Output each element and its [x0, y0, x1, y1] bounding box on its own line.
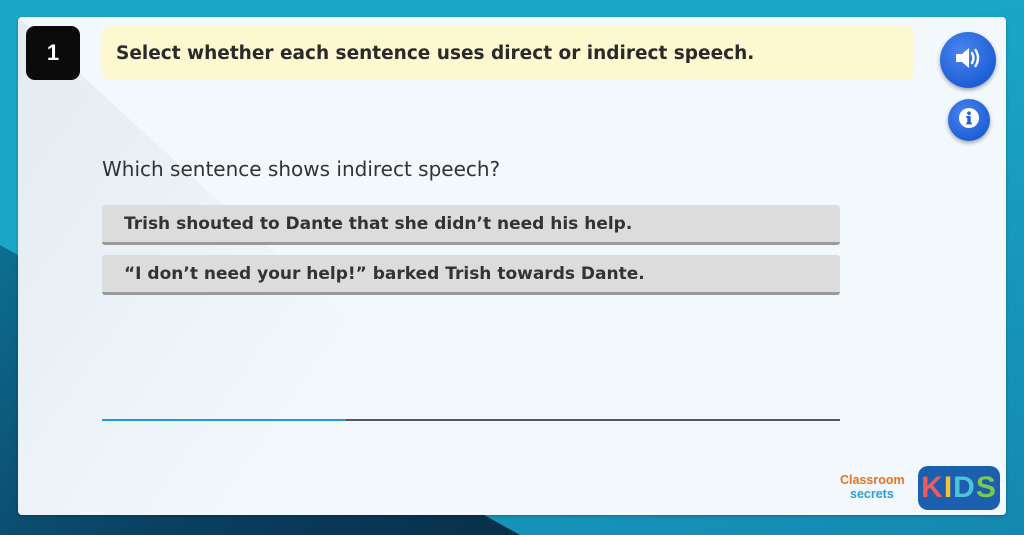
speaker-icon — [953, 45, 983, 75]
kids-logo: K I D S — [918, 466, 1000, 510]
instruction-text: Select whether each sentence uses direct… — [116, 42, 755, 64]
progress-bar-fill — [102, 419, 346, 421]
question-number-badge: 1 — [26, 26, 80, 80]
answer-option-label: “I don’t need your help!” barked Trish t… — [124, 263, 645, 284]
answer-option-label: Trish shouted to Dante that she didn’t n… — [124, 213, 633, 234]
audio-button[interactable] — [940, 32, 996, 88]
question-card: 1 Select whether each sentence uses dire… — [18, 17, 1006, 515]
question-text: Which sentence shows indirect speech? — [102, 157, 501, 181]
instruction-banner: Select whether each sentence uses direct… — [102, 26, 914, 80]
progress-bar — [102, 419, 840, 421]
answer-option-2[interactable]: “I don’t need your help!” barked Trish t… — [102, 255, 840, 295]
info-icon — [958, 107, 980, 133]
info-button[interactable] — [948, 99, 990, 141]
classroom-secrets-logo: Classroom secrets — [840, 473, 905, 501]
answer-option-1[interactable]: Trish shouted to Dante that she didn’t n… — [102, 205, 840, 245]
